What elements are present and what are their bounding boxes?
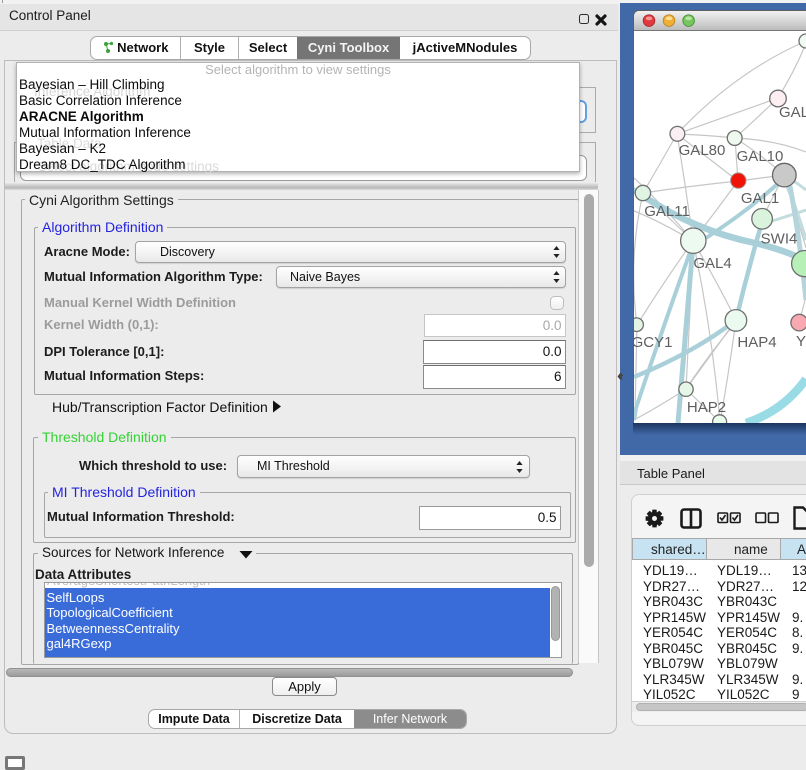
svg-text:HAP4: HAP4 [737,334,776,351]
svg-text:HAP2: HAP2 [687,399,726,416]
svg-text:Y: Y [796,333,806,350]
svg-text:GAL11: GAL11 [644,203,690,220]
svg-text:GAL1: GAL1 [741,190,779,207]
svg-text:GAL80: GAL80 [679,142,726,159]
svg-text:GAL4: GAL4 [693,255,731,272]
svg-text:GAL10: GAL10 [737,148,784,165]
svg-text:GCY1: GCY1 [634,334,672,351]
svg-text:SWI4: SWI4 [761,231,798,248]
svg-text:GAL2: GAL2 [779,104,806,121]
